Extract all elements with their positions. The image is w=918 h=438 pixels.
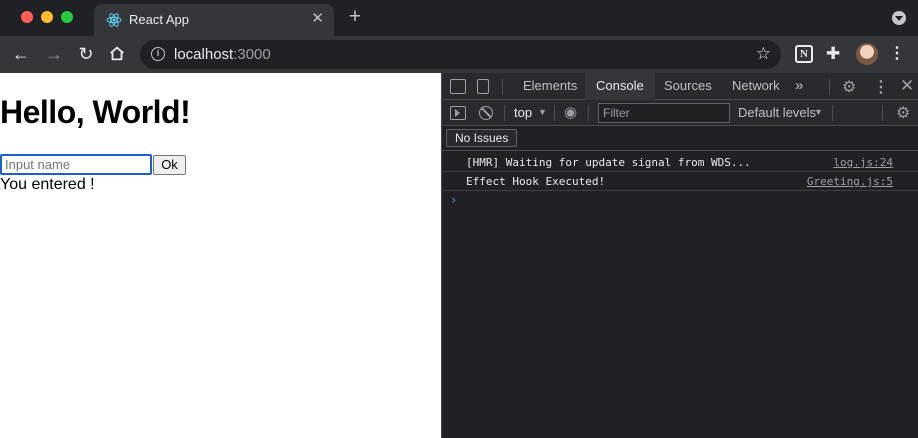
context-selector[interactable]: top [514, 105, 532, 120]
address-text: localhost:3000 [174, 46, 271, 63]
toolbar-divider [832, 105, 833, 121]
toolbar-divider [588, 105, 589, 121]
home-icon[interactable] [108, 45, 126, 63]
toolbar-divider [882, 105, 883, 121]
url-port: :3000 [233, 46, 271, 63]
window-maximize-button[interactable] [61, 11, 73, 23]
window-close-button[interactable] [21, 11, 33, 23]
inspect-element-icon[interactable] [450, 79, 466, 94]
console-prompt-chevron-icon[interactable]: › [450, 193, 457, 207]
device-toolbar-icon[interactable] [477, 79, 489, 94]
toolbar-divider [504, 105, 505, 121]
tab-console[interactable]: Console [585, 73, 655, 100]
issues-button[interactable]: No Issues [446, 129, 518, 147]
live-expression-eye-icon[interactable]: ◉ [564, 105, 577, 120]
devtools-menu-icon[interactable]: ⋮ [873, 77, 889, 97]
tab-title: React App [129, 12, 189, 27]
back-icon[interactable]: ← [11, 44, 31, 64]
forward-icon[interactable]: → [44, 44, 64, 64]
new-tab-icon[interactable]: + [345, 6, 365, 28]
close-devtools-icon[interactable]: ✕ [900, 76, 914, 96]
context-caret-icon[interactable]: ▼ [538, 105, 547, 120]
console-message-source-link[interactable]: log.js:24 [833, 156, 893, 169]
toolbar-divider [554, 105, 555, 121]
console-message: [HMR] Waiting for update signal from WDS… [442, 153, 918, 172]
browser-menu-icon[interactable]: ⋮ [888, 45, 906, 63]
bookmark-star-icon[interactable]: ☆ [756, 44, 771, 64]
console-message: Effect Hook Executed! Greeting.js:5 [442, 172, 918, 191]
notion-extension-icon[interactable]: N [795, 45, 813, 63]
site-info-icon[interactable]: i [151, 47, 165, 61]
toolbar-divider [829, 79, 830, 95]
page-heading: Hello, World! [0, 94, 191, 130]
console-message-source-link[interactable]: Greeting.js:5 [807, 175, 893, 188]
extensions-puzzle-icon[interactable]: ✚ [826, 45, 844, 63]
tab-sources[interactable]: Sources [653, 73, 723, 100]
url-host: localhost [174, 46, 234, 63]
tab-elements[interactable]: Elements [512, 73, 588, 100]
ok-button[interactable]: Ok [153, 155, 186, 175]
devtools-panel: Elements Console Sources Network » ⚙ ⋮ ✕… [442, 73, 918, 438]
clear-console-icon[interactable] [479, 106, 493, 120]
console-message-text: Effect Hook Executed! [466, 175, 606, 188]
console-toolbar: top ▼ ◉ Filter Default levels ▼ ⚙ [442, 100, 918, 126]
reload-icon[interactable]: ↻ [76, 44, 96, 64]
toolbar-divider [502, 79, 503, 95]
console-sidebar-icon[interactable] [450, 106, 466, 120]
react-logo-icon [106, 13, 122, 27]
levels-caret-icon[interactable]: ▼ [814, 105, 823, 120]
window-minimize-button[interactable] [41, 11, 53, 23]
devtools-tab-bar: Elements Console Sources Network » ⚙ ⋮ ✕ [442, 73, 918, 100]
browser-tab[interactable]: React App ✕ [94, 4, 334, 36]
log-levels-dropdown[interactable]: Default levels [738, 105, 816, 120]
address-bar[interactable]: i localhost:3000 ☆ [140, 40, 781, 69]
tab-search-icon[interactable] [892, 11, 906, 25]
tab-network[interactable]: Network [721, 73, 791, 100]
console-filter-input[interactable]: Filter [598, 103, 730, 123]
entered-text: You entered ! [0, 176, 95, 193]
tab-close-icon[interactable]: ✕ [311, 11, 324, 27]
tab-strip: React App ✕ + [0, 0, 918, 36]
console-settings-gear-icon[interactable]: ⚙ [896, 103, 910, 123]
console-message-text: [HMR] Waiting for update signal from WDS… [466, 156, 751, 169]
settings-gear-icon[interactable]: ⚙ [842, 77, 856, 97]
more-tabs-icon[interactable]: » [795, 77, 803, 94]
browser-toolbar: ← → ↻ i localhost:3000 ☆ N ✚ ⋮ [0, 36, 918, 73]
page-viewport: Hello, World! Ok You entered ! [0, 73, 441, 438]
profile-avatar[interactable] [856, 43, 878, 65]
name-input[interactable] [0, 154, 152, 175]
issues-bar: No Issues [442, 126, 918, 151]
